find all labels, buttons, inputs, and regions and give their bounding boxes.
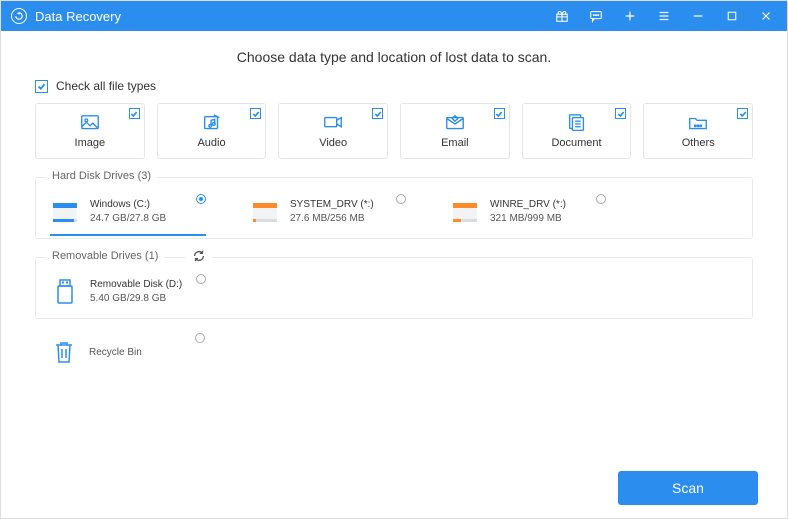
scan-button[interactable]: Scan	[618, 471, 758, 505]
removable-drive-name: Removable Disk (D:)	[90, 278, 200, 292]
drive-icon	[250, 198, 280, 228]
hdd-drive-radio[interactable]	[396, 194, 406, 204]
hdd-drive-name: SYSTEM_DRV (*:)	[290, 198, 400, 212]
type-video-label: Video	[319, 137, 347, 149]
recycle-bin-label: Recycle Bin	[89, 347, 142, 358]
check-all-row[interactable]: Check all file types	[35, 79, 753, 93]
document-icon	[566, 113, 588, 133]
recycle-bin-radio[interactable]	[195, 333, 205, 343]
page-heading: Choose data type and location of lost da…	[35, 49, 753, 65]
type-others[interactable]: Others	[643, 103, 753, 159]
menu-icon[interactable]	[651, 3, 677, 29]
minimize-button[interactable]	[685, 3, 711, 29]
removable-drive-radio[interactable]	[196, 274, 206, 284]
check-all-label: Check all file types	[56, 79, 156, 93]
removable-group: Removable Drives (1) Removable Disk (D:)…	[35, 257, 753, 319]
gift-icon[interactable]	[549, 3, 575, 29]
close-button[interactable]	[753, 3, 779, 29]
type-image-checkbox[interactable]	[129, 108, 140, 119]
hdd-drive-usage: 24.7 GB/27.8 GB	[90, 212, 200, 226]
hdd-drive[interactable]: SYSTEM_DRV (*:)27.6 MB/256 MB	[250, 198, 400, 228]
window-title: Data Recovery	[35, 9, 121, 24]
titlebar: Data Recovery	[1, 1, 787, 31]
type-email-checkbox[interactable]	[494, 108, 505, 119]
email-icon	[444, 113, 466, 133]
hdd-drive-name: Windows (C:)	[90, 198, 200, 212]
app-logo-icon	[11, 8, 27, 24]
type-email[interactable]: Email	[400, 103, 510, 159]
type-document-checkbox[interactable]	[615, 108, 626, 119]
refresh-button[interactable]	[186, 249, 212, 268]
type-document-label: Document	[551, 137, 601, 149]
hdd-drive-radio[interactable]	[596, 194, 606, 204]
hdd-group-label: Hard Disk Drives (3)	[46, 170, 157, 182]
type-document[interactable]: Document	[522, 103, 632, 159]
trash-icon	[49, 337, 79, 367]
usb-icon	[50, 278, 80, 308]
video-icon	[322, 113, 344, 133]
hdd-drive-radio[interactable]	[196, 194, 206, 204]
hdd-drive-name: WINRE_DRV (*:)	[490, 198, 600, 212]
type-image-label: Image	[75, 137, 106, 149]
type-others-checkbox[interactable]	[737, 108, 748, 119]
plus-icon[interactable]	[617, 3, 643, 29]
removable-drive[interactable]: Removable Disk (D:) 5.40 GB/29.8 GB	[50, 278, 200, 308]
hdd-drive[interactable]: Windows (C:)24.7 GB/27.8 GB	[50, 198, 200, 228]
file-type-grid: Image Audio Video Email Document Others	[35, 103, 753, 159]
drive-icon	[50, 198, 80, 228]
hdd-group: Hard Disk Drives (3) Windows (C:)24.7 GB…	[35, 177, 753, 239]
hdd-drive[interactable]: WINRE_DRV (*:)321 MB/999 MB	[450, 198, 600, 228]
image-icon	[79, 113, 101, 133]
folder-icon	[687, 113, 709, 133]
type-email-label: Email	[441, 137, 469, 149]
type-audio[interactable]: Audio	[157, 103, 267, 159]
feedback-icon[interactable]	[583, 3, 609, 29]
hdd-drive-usage: 321 MB/999 MB	[490, 212, 600, 226]
hdd-drive-usage: 27.6 MB/256 MB	[290, 212, 400, 226]
type-others-label: Others	[682, 137, 715, 149]
audio-icon	[201, 113, 223, 133]
drive-icon	[450, 198, 480, 228]
type-video-checkbox[interactable]	[372, 108, 383, 119]
type-audio-label: Audio	[197, 137, 225, 149]
check-all-checkbox[interactable]	[35, 80, 48, 93]
type-audio-checkbox[interactable]	[250, 108, 261, 119]
type-video[interactable]: Video	[278, 103, 388, 159]
removable-drive-usage: 5.40 GB/29.8 GB	[90, 292, 200, 306]
recycle-bin-option[interactable]: Recycle Bin	[49, 337, 199, 367]
type-image[interactable]: Image	[35, 103, 145, 159]
removable-group-label: Removable Drives (1)	[46, 250, 164, 262]
maximize-button[interactable]	[719, 3, 745, 29]
